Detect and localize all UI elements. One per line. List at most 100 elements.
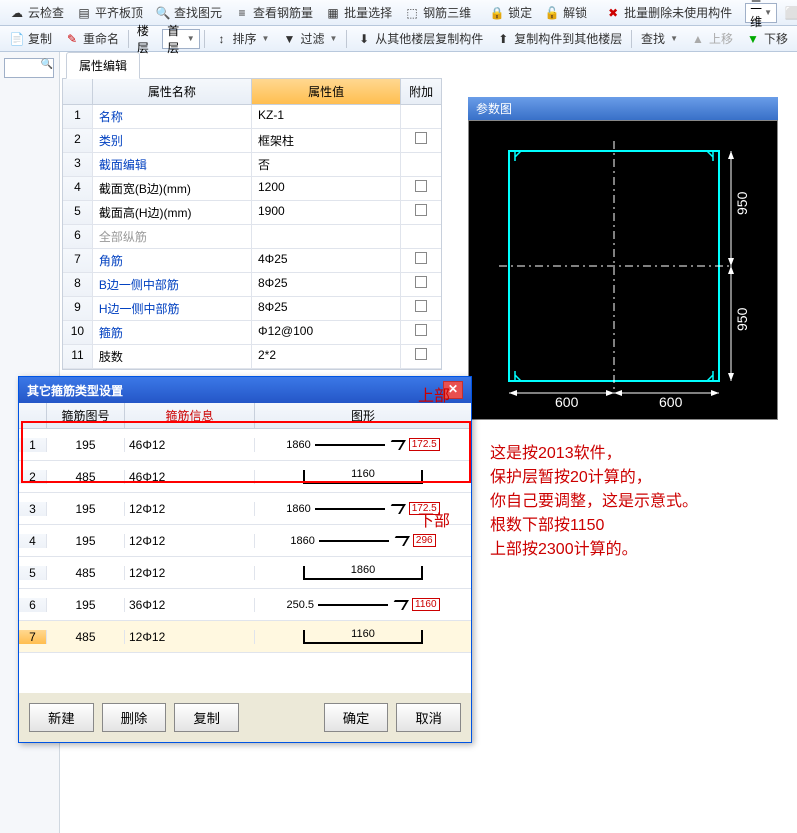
property-row[interactable]: 5截面高(H边)(mm)1900 bbox=[63, 201, 441, 225]
header-shape[interactable]: 图形 bbox=[255, 403, 471, 428]
prop-name[interactable]: 肢数 bbox=[93, 345, 252, 368]
checkbox[interactable] bbox=[415, 276, 427, 288]
new-button[interactable]: 新建 bbox=[29, 703, 94, 732]
prop-value[interactable]: 8Φ25 bbox=[252, 273, 401, 296]
top-view-button[interactable]: ⬜俯视 bbox=[779, 2, 797, 23]
copy-from-floor-button[interactable]: ⬇从其他楼层复制构件 bbox=[351, 28, 488, 49]
checkbox[interactable] bbox=[415, 300, 427, 312]
stirrup-info[interactable]: 46Φ12 bbox=[125, 438, 255, 452]
property-row[interactable]: 6全部纵筋 bbox=[63, 225, 441, 249]
cancel-button[interactable]: 取消 bbox=[396, 703, 461, 732]
find-button[interactable]: 查找▼ bbox=[636, 28, 683, 49]
prop-value[interactable]: Φ12@100 bbox=[252, 321, 401, 344]
prop-name[interactable]: 全部纵筋 bbox=[93, 225, 252, 248]
property-row[interactable]: 10箍筋Φ12@100 bbox=[63, 321, 441, 345]
prop-add[interactable] bbox=[401, 297, 441, 320]
stirrup-id[interactable]: 195 bbox=[47, 438, 125, 452]
property-row[interactable]: 9H边一侧中部筋8Φ25 bbox=[63, 297, 441, 321]
checkbox[interactable] bbox=[415, 252, 427, 264]
align-top-button[interactable]: ▤平齐板顶 bbox=[71, 2, 148, 23]
checkbox[interactable] bbox=[415, 204, 427, 216]
dialog-titlebar[interactable]: 其它箍筋类型设置 ✕ bbox=[19, 377, 471, 403]
prop-name[interactable]: H边一侧中部筋 bbox=[93, 297, 252, 320]
stirrup-id[interactable]: 195 bbox=[47, 502, 125, 516]
prop-name[interactable]: 截面宽(B边)(mm) bbox=[93, 177, 252, 200]
stirrup-id[interactable]: 485 bbox=[47, 630, 125, 644]
sort-button[interactable]: ↕排序▼ bbox=[209, 28, 275, 49]
delete-button[interactable]: 删除 bbox=[102, 703, 167, 732]
prop-name[interactable]: 名称 bbox=[93, 105, 252, 128]
prop-add[interactable] bbox=[401, 201, 441, 224]
stirrup-shape[interactable]: 1160 bbox=[255, 630, 471, 644]
checkbox[interactable] bbox=[415, 132, 427, 144]
property-row[interactable]: 2类别框架柱 bbox=[63, 129, 441, 153]
lock-button[interactable]: 🔒锁定 bbox=[484, 2, 537, 23]
stirrup-info[interactable]: 46Φ12 bbox=[125, 470, 255, 484]
unlock-button[interactable]: 🔓解锁 bbox=[539, 2, 592, 23]
prop-value[interactable]: 8Φ25 bbox=[252, 297, 401, 320]
property-row[interactable]: 1名称KZ-1 bbox=[63, 105, 441, 129]
view-mode-combo[interactable]: 二维▼ bbox=[745, 3, 777, 23]
prop-value[interactable]: 4Φ25 bbox=[252, 249, 401, 272]
prop-add[interactable] bbox=[401, 153, 441, 176]
stirrup-shape[interactable]: 250.51160 bbox=[255, 598, 471, 611]
find-element-button[interactable]: 🔍查找图元 bbox=[150, 2, 227, 23]
ok-button[interactable]: 确定 bbox=[324, 703, 389, 732]
stirrup-id[interactable]: 485 bbox=[47, 566, 125, 580]
stirrup-row[interactable]: 419512Φ121860296 bbox=[19, 525, 471, 557]
rebar-3d-button[interactable]: ⬚钢筋三维 bbox=[399, 2, 476, 23]
copy-button[interactable]: 📄复制 bbox=[4, 28, 57, 49]
prop-name[interactable]: 截面高(H边)(mm) bbox=[93, 201, 252, 224]
stirrup-info[interactable]: 12Φ12 bbox=[125, 502, 255, 516]
stirrup-row[interactable]: 748512Φ121160 bbox=[19, 621, 471, 653]
search-input[interactable]: 🔍 bbox=[4, 58, 54, 78]
stirrup-row[interactable]: 119546Φ121860172.5 bbox=[19, 429, 471, 461]
checkbox[interactable] bbox=[415, 324, 427, 336]
property-row[interactable]: 3截面编辑否 bbox=[63, 153, 441, 177]
stirrup-info[interactable]: 12Φ12 bbox=[125, 534, 255, 548]
prop-add[interactable] bbox=[401, 225, 441, 248]
prop-add[interactable] bbox=[401, 177, 441, 200]
prop-add[interactable] bbox=[401, 129, 441, 152]
prop-add[interactable] bbox=[401, 105, 441, 128]
property-row[interactable]: 7角筋4Φ25 bbox=[63, 249, 441, 273]
move-up-button[interactable]: ▲上移 bbox=[685, 28, 738, 49]
stirrup-info[interactable]: 12Φ12 bbox=[125, 566, 255, 580]
checkbox[interactable] bbox=[415, 348, 427, 360]
view-rebar-button[interactable]: ≡查看钢筋量 bbox=[229, 2, 318, 23]
prop-value[interactable] bbox=[252, 225, 401, 248]
prop-add[interactable] bbox=[401, 345, 441, 368]
rename-button[interactable]: ✎重命名 bbox=[59, 28, 124, 49]
property-row[interactable]: 4截面宽(B边)(mm)1200 bbox=[63, 177, 441, 201]
header-value[interactable]: 属性值 bbox=[252, 79, 401, 104]
property-row[interactable]: 11肢数2*2 bbox=[63, 345, 441, 369]
prop-value[interactable]: 1900 bbox=[252, 201, 401, 224]
stirrup-row[interactable]: 619536Φ12250.51160 bbox=[19, 589, 471, 621]
prop-value[interactable]: 框架柱 bbox=[252, 129, 401, 152]
stirrup-shape[interactable]: 1860172.5 bbox=[255, 438, 471, 451]
stirrup-row[interactable]: 248546Φ121160 bbox=[19, 461, 471, 493]
copy-to-floor-button[interactable]: ⬆复制构件到其他楼层 bbox=[490, 28, 627, 49]
stirrup-info[interactable]: 36Φ12 bbox=[125, 598, 255, 612]
property-row[interactable]: 8B边一侧中部筋8Φ25 bbox=[63, 273, 441, 297]
batch-delete-button[interactable]: ✖批量删除未使用构件 bbox=[600, 2, 737, 23]
checkbox[interactable] bbox=[415, 180, 427, 192]
stirrup-row[interactable]: 548512Φ121860 bbox=[19, 557, 471, 589]
stirrup-shape[interactable]: 1860 bbox=[255, 566, 471, 580]
prop-name[interactable]: B边一侧中部筋 bbox=[93, 273, 252, 296]
stirrup-row[interactable]: 319512Φ121860172.5 bbox=[19, 493, 471, 525]
prop-add[interactable] bbox=[401, 321, 441, 344]
prop-add[interactable] bbox=[401, 273, 441, 296]
prop-value[interactable]: KZ-1 bbox=[252, 105, 401, 128]
parameter-canvas[interactable]: 600 600 950 950 bbox=[468, 120, 778, 420]
header-id[interactable]: 箍筋图号 bbox=[47, 403, 125, 428]
stirrup-shape[interactable]: 1160 bbox=[255, 470, 471, 484]
prop-name[interactable]: 角筋 bbox=[93, 249, 252, 272]
batch-select-button[interactable]: ▦批量选择 bbox=[320, 2, 397, 23]
stirrup-shape[interactable]: 1860296 bbox=[255, 534, 471, 547]
copy-button[interactable]: 复制 bbox=[174, 703, 239, 732]
header-info[interactable]: 箍筋信息 bbox=[125, 403, 255, 428]
prop-add[interactable] bbox=[401, 249, 441, 272]
prop-name[interactable]: 箍筋 bbox=[93, 321, 252, 344]
prop-value[interactable]: 1200 bbox=[252, 177, 401, 200]
